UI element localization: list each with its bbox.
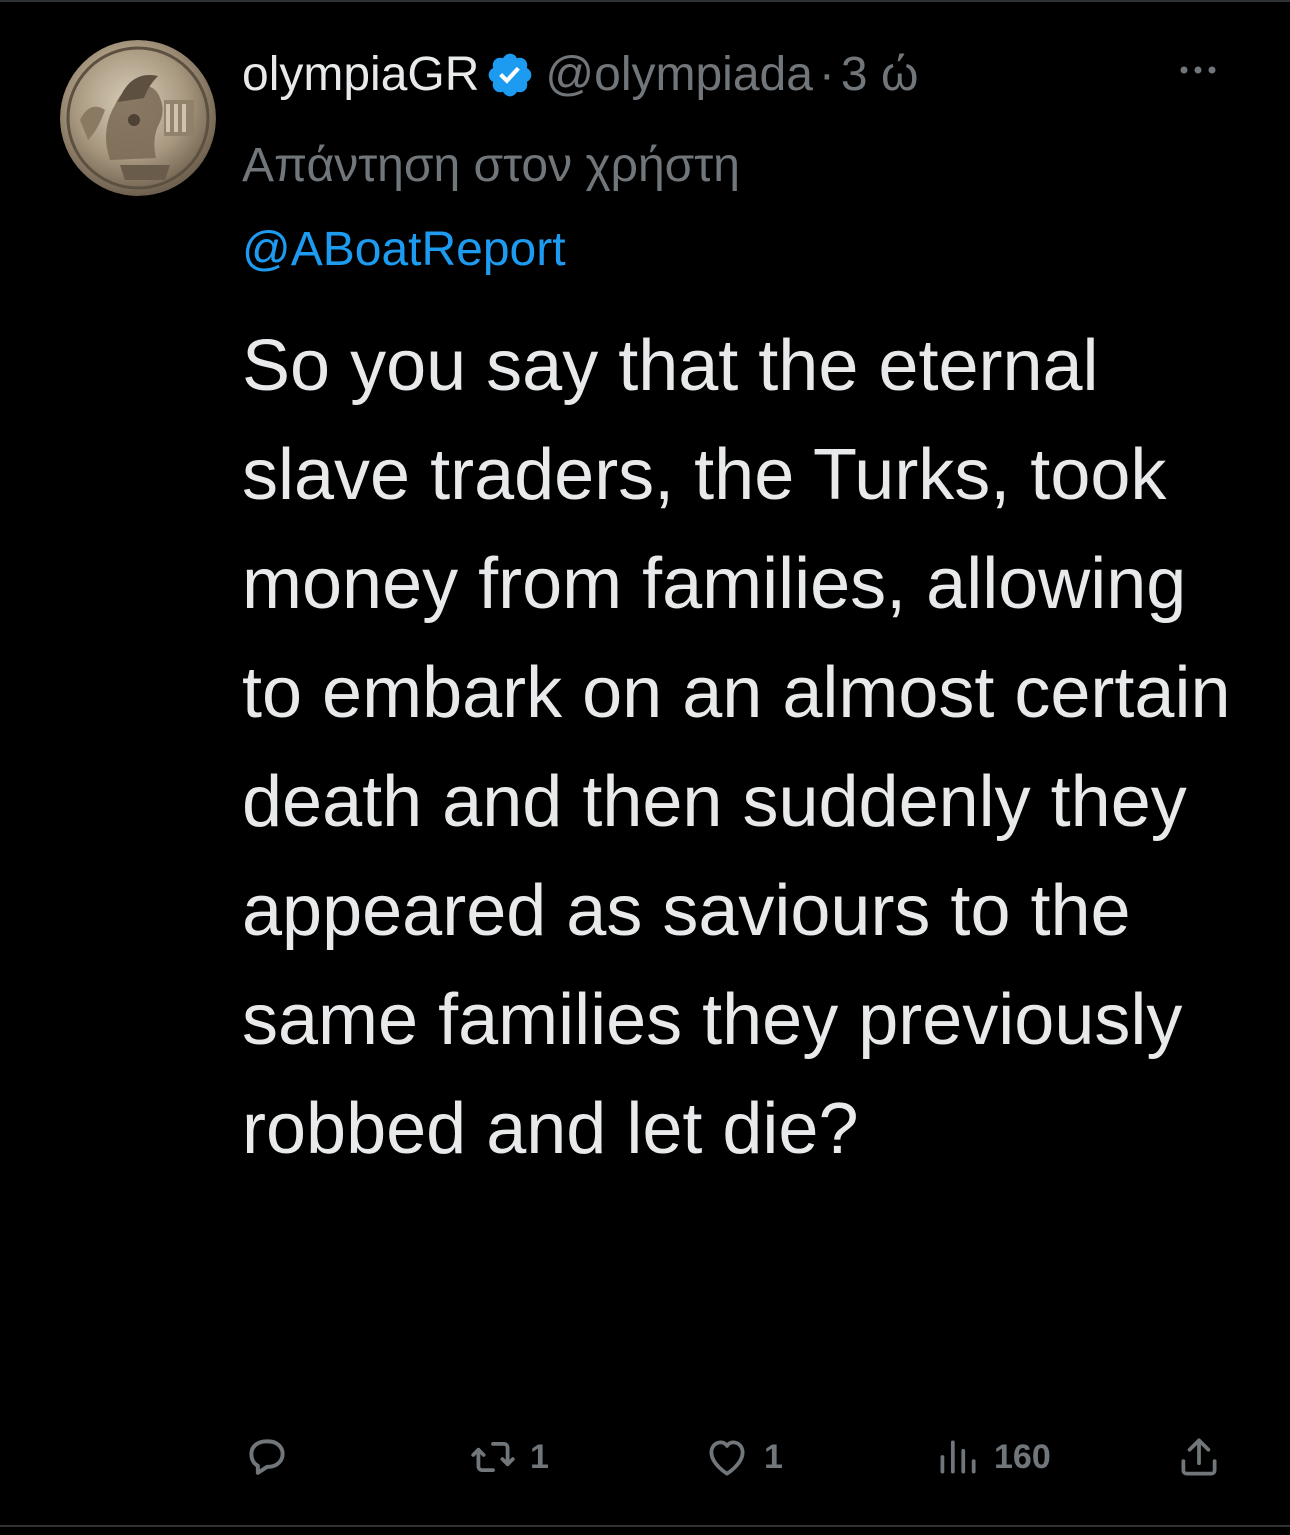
avatar[interactable] — [60, 40, 216, 196]
heart-icon — [709, 1440, 745, 1476]
more-dots-icon — [1180, 66, 1216, 74]
retweet-button[interactable]: 1 — [466, 1432, 549, 1482]
timestamp[interactable]: 3 ώ — [841, 40, 919, 110]
reply-bubble-icon — [249, 1439, 285, 1475]
user-handle[interactable]: @olympiada — [545, 40, 813, 110]
retweet-icon — [471, 1442, 515, 1472]
display-name[interactable]: olympiaGR — [242, 40, 479, 110]
reply-button[interactable] — [240, 1432, 294, 1482]
verified-badge-icon — [485, 50, 535, 100]
coin-avatar-icon — [60, 40, 216, 196]
views-bars-icon — [940, 1440, 976, 1474]
tweet-header: olympiaGR @olympiada · 3 ώ — [242, 40, 1242, 110]
views-count: 160 — [994, 1437, 1051, 1476]
more-options-button[interactable] — [1168, 50, 1228, 90]
reply-mention-link[interactable]: @ABoatReport — [242, 222, 566, 278]
like-count: 1 — [764, 1437, 783, 1476]
views-button[interactable]: 160 — [930, 1432, 1051, 1482]
top-divider — [0, 0, 1290, 2]
bottom-divider — [0, 1525, 1290, 1527]
action-bar: 1 1 160 — [240, 1432, 1240, 1482]
reply-context-label: Απάντηση στον χρήστη — [242, 139, 740, 192]
share-upload-icon — [1181, 1438, 1217, 1476]
retweet-count: 1 — [530, 1437, 549, 1476]
share-button[interactable] — [1172, 1432, 1226, 1482]
like-button[interactable]: 1 — [700, 1432, 783, 1482]
separator-dot: · — [818, 48, 835, 101]
tweet-text: So you say that the eternal slave trader… — [242, 326, 1231, 1169]
